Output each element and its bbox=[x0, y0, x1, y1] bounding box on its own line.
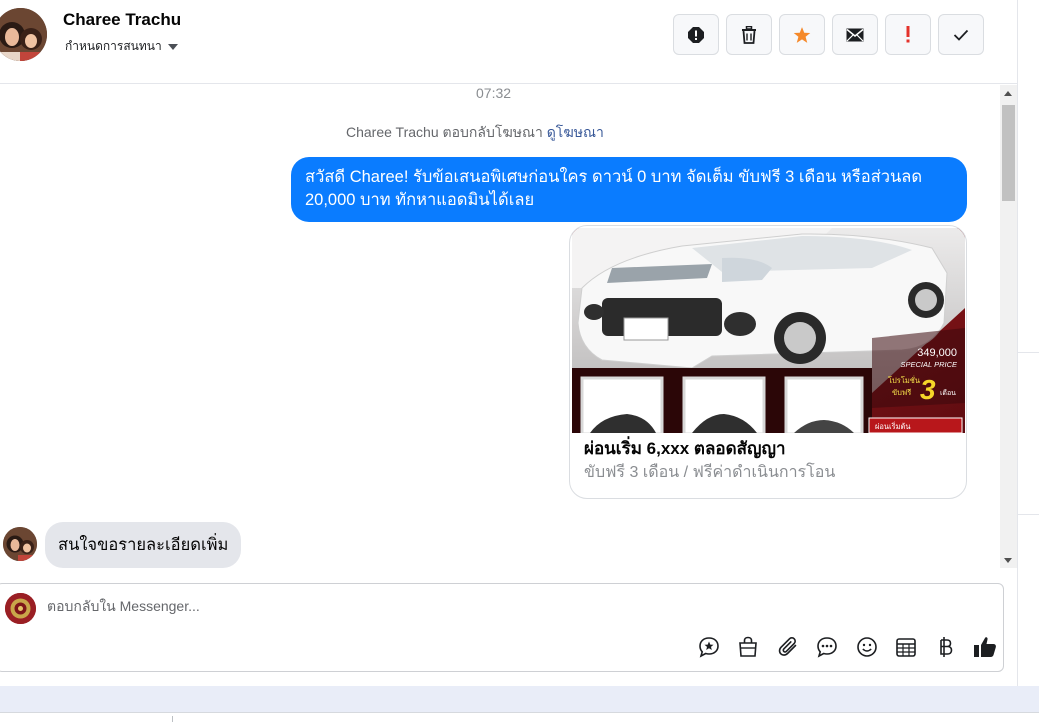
ad-title: ผ่อนเริ่ม 6,xxx ตลอดสัญญา bbox=[584, 439, 786, 458]
thumbs-up-icon bbox=[974, 637, 997, 657]
trash-icon bbox=[742, 25, 756, 44]
contact-name[interactable]: Charee Trachu bbox=[63, 10, 181, 30]
edge-divider bbox=[1018, 352, 1039, 353]
delete-button[interactable] bbox=[726, 14, 772, 55]
message-thread[interactable]: 07:32 Charee Trachu ตอบกลับโฆษณา ดูโฆษณา… bbox=[0, 85, 1017, 568]
ad-promo-text: โปรโมชั่น bbox=[888, 375, 920, 385]
exclamation-icon bbox=[906, 26, 910, 43]
footer-divider bbox=[172, 716, 173, 722]
payment-button[interactable] bbox=[926, 634, 966, 660]
spam-alert-button[interactable] bbox=[673, 14, 719, 55]
footer-bar bbox=[0, 712, 1039, 722]
quick-reply-button[interactable] bbox=[808, 634, 848, 660]
outgoing-message-bubble[interactable]: สวัสดี Charee! รับข้อเสนอพิเศษก่อนใคร ดา… bbox=[291, 157, 967, 222]
ad-months-word: เดือน bbox=[940, 389, 956, 397]
appointment-button[interactable] bbox=[887, 634, 927, 660]
saved-reply-icon bbox=[698, 637, 719, 658]
ad-reply-note: Charee Trachu ตอบกลับโฆษณา ดูโฆษณา bbox=[346, 122, 604, 144]
message-timestamp: 07:32 bbox=[476, 85, 512, 101]
shop-button[interactable] bbox=[729, 634, 769, 660]
ad-special-price-text: SPECIAL PRICE bbox=[900, 360, 958, 369]
scroll-up-arrow-icon[interactable] bbox=[1004, 91, 1012, 96]
ad-months-number: 3 bbox=[920, 374, 936, 405]
thread-scrollbar[interactable] bbox=[1000, 85, 1017, 568]
assign-label: กำหนดการสนทนา bbox=[65, 39, 162, 53]
composer-toolbar bbox=[689, 634, 1005, 660]
emoji-button[interactable] bbox=[847, 634, 887, 660]
page-avatar bbox=[5, 593, 36, 624]
calendar-icon bbox=[896, 638, 917, 657]
mark-done-button[interactable] bbox=[938, 14, 984, 55]
like-button[interactable] bbox=[966, 634, 1006, 660]
contact-avatar[interactable] bbox=[0, 8, 47, 61]
contact-avatar-small[interactable] bbox=[3, 527, 37, 561]
assign-conversation-dropdown[interactable]: กำหนดการสนทนา bbox=[65, 37, 178, 56]
scrollbar-thumb[interactable] bbox=[1002, 105, 1015, 201]
conversation-panel: Charee Trachu กำหนดการสนทนา 07:32 Charee… bbox=[0, 0, 1017, 686]
ad-subtitle: ขับฟรี 3 เดือน / ฟรีค่าดำเนินการโอน bbox=[584, 464, 836, 481]
saved-reply-button[interactable] bbox=[689, 634, 729, 660]
ad-reply-text: Charee Trachu ตอบกลับโฆษณา bbox=[346, 124, 543, 140]
conversation-toolbar bbox=[673, 14, 984, 55]
emoji-icon bbox=[856, 637, 877, 657]
incoming-message-bubble[interactable]: สนใจขอรายละเอียดเพิ่ม bbox=[45, 522, 242, 568]
conversation-header: Charee Trachu กำหนดการสนทนา bbox=[0, 0, 1017, 84]
mark-unread-button[interactable] bbox=[832, 14, 878, 55]
view-ad-link[interactable]: ดูโฆษณา bbox=[547, 124, 604, 140]
ad-price-text: 349,000 bbox=[917, 347, 957, 359]
reply-composer bbox=[0, 583, 1004, 672]
ad-start-text: ผ่อนเริ่มต้น bbox=[875, 421, 911, 431]
attach-button[interactable] bbox=[768, 634, 808, 660]
chat-bubbles-icon bbox=[817, 637, 838, 658]
star-button[interactable] bbox=[779, 14, 825, 55]
baht-icon bbox=[939, 637, 953, 657]
reply-input[interactable] bbox=[47, 598, 947, 614]
right-side-edge bbox=[1017, 0, 1039, 686]
ad-card[interactable]: 349,000 SPECIAL PRICE โปรโมชั่น ขับฟรี 3… bbox=[569, 225, 967, 499]
bottom-band bbox=[0, 686, 1039, 712]
check-icon bbox=[953, 29, 969, 41]
shopping-bag-icon bbox=[739, 636, 758, 657]
ad-free-text: ขับฟรี bbox=[892, 388, 911, 397]
important-button[interactable] bbox=[885, 14, 931, 55]
ad-image: 349,000 SPECIAL PRICE โปรโมชั่น ขับฟรี 3… bbox=[572, 228, 965, 433]
paperclip-icon bbox=[778, 637, 797, 656]
envelope-icon bbox=[846, 28, 864, 41]
star-icon bbox=[793, 26, 811, 43]
edge-divider bbox=[1018, 514, 1039, 515]
alert-circle-icon bbox=[688, 26, 704, 43]
scroll-down-arrow-icon[interactable] bbox=[1004, 558, 1012, 563]
caret-down-icon bbox=[167, 43, 178, 50]
